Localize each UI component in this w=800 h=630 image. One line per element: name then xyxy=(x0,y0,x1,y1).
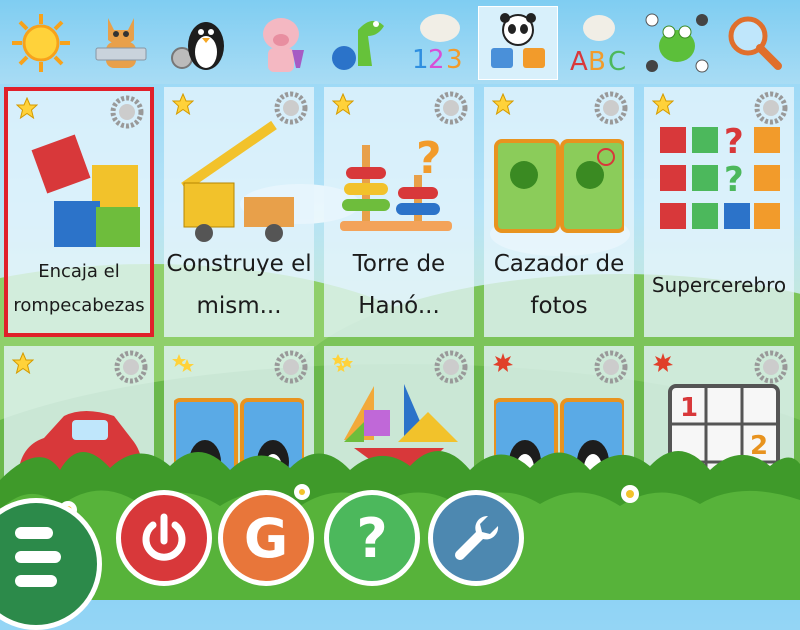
sheep-numbers-icon: 1 2 3 xyxy=(412,14,463,75)
pig-scientist-icon xyxy=(263,18,304,72)
help-icon: ? xyxy=(356,506,388,570)
svg-text:B: B xyxy=(588,47,606,76)
game-label: Construye el mism... xyxy=(166,251,312,319)
cow-letters-icon: A B C xyxy=(570,15,626,76)
jigsaw-pieces-icon xyxy=(31,134,140,247)
game-tile-puzzle[interactable]: Encaja el rompecabezas xyxy=(4,87,154,337)
crane-truck-icon xyxy=(181,120,294,242)
svg-text:?: ? xyxy=(724,122,744,162)
category-reading[interactable]: A B C xyxy=(562,6,636,80)
star-one-icon xyxy=(172,93,194,115)
gcompris-button[interactable]: G xyxy=(218,490,314,586)
red-burst-icon xyxy=(653,353,673,372)
magnifier-icon xyxy=(728,16,782,70)
penguin-gears-icon xyxy=(171,22,224,70)
sudoku-digit: 1 xyxy=(680,393,698,423)
settings-button[interactable] xyxy=(428,490,524,586)
panda-puzzle-icon xyxy=(491,13,545,68)
category-discovery[interactable] xyxy=(164,6,238,80)
game-label: Cazador de fotos xyxy=(493,251,625,319)
category-puzzle[interactable] xyxy=(478,6,558,80)
hamburger-icon xyxy=(15,527,53,539)
game-tile-superbrain[interactable]: ? ? Supercerebro xyxy=(644,87,794,337)
red-burst-icon xyxy=(493,353,513,372)
star-two-icon xyxy=(172,354,194,372)
category-math[interactable]: 1 2 3 xyxy=(402,6,476,80)
svg-text:A: A xyxy=(570,47,588,76)
game-tile-photo-hunter[interactable]: Cazador de fotos xyxy=(484,87,634,337)
category-bar: 1 2 3 A B C xyxy=(0,0,800,84)
dinosaur-ball-icon xyxy=(332,20,384,70)
game-tile-build[interactable]: Construye el mism... xyxy=(164,87,314,337)
power-button[interactable] xyxy=(116,490,212,586)
category-experiment[interactable] xyxy=(244,6,318,80)
cat-keyboard-icon xyxy=(95,18,147,68)
power-icon xyxy=(142,513,186,561)
svg-text:1: 1 xyxy=(412,45,429,75)
star-one-icon xyxy=(492,93,514,115)
two-photos-icon xyxy=(494,139,624,233)
help-button[interactable]: ? xyxy=(324,490,420,586)
colored-shirts-icon: ? ? xyxy=(660,122,780,229)
svg-text:3: 3 xyxy=(446,45,463,75)
sun-icon xyxy=(12,14,70,72)
category-fun[interactable] xyxy=(324,6,398,80)
star-one-icon xyxy=(332,93,354,115)
svg-text:?: ? xyxy=(724,160,744,200)
star-one-icon xyxy=(12,352,34,374)
game-label: Supercerebro xyxy=(651,273,787,297)
category-search[interactable] xyxy=(716,6,790,80)
gcompris-icon: G xyxy=(243,506,289,570)
star-one-icon xyxy=(652,93,674,115)
svg-text:C: C xyxy=(608,47,626,76)
wrench-icon xyxy=(455,515,499,560)
frog-dots-icon xyxy=(645,13,709,73)
svg-text:2: 2 xyxy=(428,45,445,75)
game-label: Torre de Hanó... xyxy=(352,251,446,319)
game-tile-hanoi[interactable]: ? Torre de Hanó... xyxy=(324,87,474,337)
category-sun[interactable] xyxy=(4,6,78,80)
star-one-icon xyxy=(16,97,38,119)
hanoi-towers-icon: ? xyxy=(340,133,452,231)
star-three-icon xyxy=(332,354,353,372)
category-strategy[interactable] xyxy=(640,6,714,80)
category-computer[interactable] xyxy=(84,6,158,80)
game-label: Encaja el rompecabezas xyxy=(13,261,145,316)
